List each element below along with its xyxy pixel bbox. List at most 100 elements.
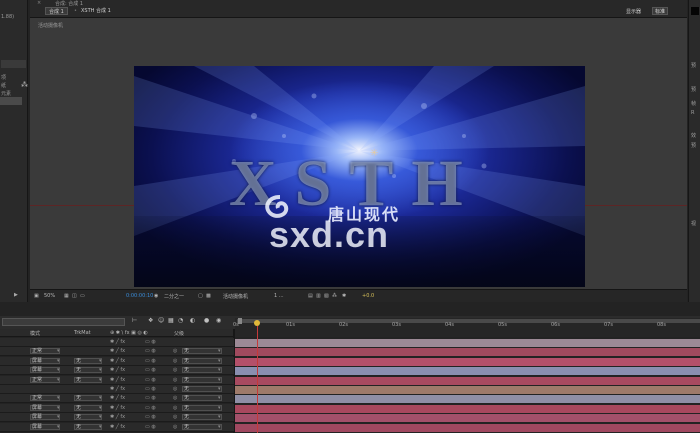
layer-parent-select[interactable]: 无: [182, 358, 222, 364]
layer-mode-select[interactable]: 屏幕: [30, 424, 60, 430]
pickwhip-icon[interactable]: ◎: [173, 414, 177, 420]
layer-mode-select[interactable]: 正常: [30, 377, 60, 383]
brainstorm-icon[interactable]: ●: [204, 317, 209, 324]
always-preview-icon[interactable]: ▣: [34, 293, 39, 299]
project-item-label[interactable]: 元素: [1, 90, 11, 97]
chevron-down-icon[interactable]: ▾: [57, 348, 60, 354]
composition-viewport[interactable]: XSTH ✳ 唐山现代 sxd.cn: [134, 66, 585, 287]
layer-parent-select[interactable]: 无: [182, 367, 222, 373]
chevron-down-icon[interactable]: ▾: [99, 424, 102, 430]
layer-row[interactable]: 屏幕 ▾ 无 ▾ ✱ ╱ fx ▭ ◍ ◎ 无 ▾: [0, 366, 234, 375]
project-item-label[interactable]: 纸: [1, 82, 6, 89]
project-item-selected[interactable]: [0, 97, 22, 105]
layer-mode-select[interactable]: 屏幕: [30, 358, 60, 364]
comp-mini-flowchart-icon[interactable]: ⊢: [132, 317, 137, 324]
project-item-label[interactable]: 项: [1, 74, 6, 81]
layer-row[interactable]: ✱ ╱ fx ▭ ◍: [0, 338, 234, 347]
draft-3d-icon[interactable]: ❖: [148, 317, 153, 324]
layer-search-input[interactable]: [2, 318, 125, 326]
layer-parent-select[interactable]: 无: [182, 348, 222, 354]
layer-row[interactable]: 正常 ▾ 无 ▾ ✱ ╱ fx ▭ ◍ ◎ 无 ▾: [0, 376, 234, 385]
tab-composition-1[interactable]: 合成 1: [45, 7, 68, 15]
close-icon[interactable]: ×: [37, 0, 41, 6]
layer-trkmat-select[interactable]: 无: [74, 367, 102, 373]
layer-trkmat-select[interactable]: 无: [74, 377, 102, 383]
chevron-down-icon[interactable]: ▾: [218, 377, 221, 383]
pickwhip-icon[interactable]: ◎: [173, 405, 177, 411]
layer-duration-bar[interactable]: [235, 405, 700, 413]
layer-3d-icon[interactable]: ▭ ◍: [145, 424, 156, 430]
chevron-down-icon[interactable]: ▾: [57, 367, 60, 373]
layer-row[interactable]: 屏幕 ▾ 无 ▾ ✱ ╱ fx ▭ ◍ ◎ 无 ▾: [0, 357, 234, 366]
column-trkmat-label[interactable]: TrkMat: [74, 330, 91, 336]
fast-preview-icon[interactable]: ▥: [316, 293, 321, 299]
layer-trkmat-select[interactable]: 无: [74, 405, 102, 411]
layer-parent-select[interactable]: 无: [182, 386, 222, 392]
chevron-down-icon[interactable]: ▾: [99, 395, 102, 401]
chevron-down-icon[interactable]: ▾: [57, 377, 60, 383]
mask-icon[interactable]: ◫: [72, 293, 77, 299]
region-icon[interactable]: ▭: [80, 293, 85, 299]
chevron-down-icon[interactable]: ▾: [99, 367, 102, 373]
layer-3d-icon[interactable]: ▭ ◍: [145, 348, 156, 354]
layer-row[interactable]: 正常 ▾ ✱ ╱ fx ▭ ◍ ◎ 无 ▾: [0, 347, 234, 356]
reset-exposure-icon[interactable]: ✱: [342, 293, 346, 299]
layer-duration-bar[interactable]: [235, 339, 700, 347]
chevron-down-icon[interactable]: ▾: [99, 358, 102, 364]
zoom-select[interactable]: 50%: [44, 293, 55, 299]
panel-label[interactable]: 效: [691, 132, 696, 139]
transparency-grid-icon[interactable]: ▩: [206, 293, 211, 299]
switches-icon[interactable]: ⊕ ✱ \ fx ▣ ◎ ◐: [110, 330, 148, 336]
chevron-down-icon[interactable]: ▾: [99, 414, 102, 420]
chevron-down-icon[interactable]: ▾: [218, 395, 221, 401]
panel-label[interactable]: 视: [691, 220, 696, 227]
flowchart-icon[interactable]: ⁂: [21, 81, 28, 89]
layer-switch-icons[interactable]: ✱ ╱ fx: [110, 414, 125, 420]
panel-label[interactable]: 预: [691, 142, 696, 149]
layer-parent-select[interactable]: 无: [182, 414, 222, 420]
layer-switch-icons[interactable]: ✱ ╱ fx: [110, 405, 125, 411]
resolution-select[interactable]: 二分之一: [164, 293, 184, 300]
pickwhip-icon[interactable]: ◎: [173, 367, 177, 373]
pickwhip-icon[interactable]: ◎: [173, 424, 177, 430]
layer-trkmat-select[interactable]: 无: [74, 358, 102, 364]
flowchart-icon[interactable]: ⁂: [332, 293, 337, 299]
layer-3d-icon[interactable]: ▭ ◍: [145, 358, 156, 364]
column-parent-label[interactable]: 父级: [174, 330, 184, 337]
layer-switch-icons[interactable]: ✱ ╱ fx: [110, 358, 125, 364]
chevron-down-icon[interactable]: ▾: [99, 377, 102, 383]
layer-row[interactable]: 屏幕 ▾ 无 ▾ ✱ ╱ fx ▭ ◍ ◎ 无 ▾: [0, 404, 234, 413]
chevron-down-icon[interactable]: ▾: [218, 405, 221, 411]
column-mode-label[interactable]: 模式: [30, 330, 40, 337]
current-time-field[interactable]: 0:00:00:10: [126, 293, 153, 299]
layer-parent-select[interactable]: 无: [182, 395, 222, 401]
display-label[interactable]: 显示器: [626, 8, 641, 15]
chevron-down-icon[interactable]: ▾: [218, 414, 221, 420]
panel-label[interactable]: 预: [691, 62, 696, 69]
pickwhip-icon[interactable]: ◎: [173, 358, 177, 364]
layer-duration-bar[interactable]: [235, 414, 700, 422]
tab-xsth-composition[interactable]: XSTH 合成 1: [78, 7, 114, 15]
layer-3d-icon[interactable]: ▭ ◍: [145, 414, 156, 420]
chevron-down-icon[interactable]: ▾: [99, 405, 102, 411]
layer-mode-select[interactable]: 屏幕: [30, 367, 60, 373]
layer-3d-icon[interactable]: ▭ ◍: [145, 339, 156, 345]
layer-duration-bar[interactable]: [235, 367, 700, 375]
layer-3d-icon[interactable]: ▭ ◍: [145, 405, 156, 411]
layer-switch-icons[interactable]: ✱ ╱ fx: [110, 348, 125, 354]
layer-parent-select[interactable]: 无: [182, 405, 222, 411]
work-area-bar[interactable]: [237, 319, 700, 323]
exposure-field[interactable]: +0.0: [362, 293, 374, 299]
timeline-icon[interactable]: ▧: [324, 293, 329, 299]
chevron-down-icon[interactable]: ▾: [218, 424, 221, 430]
snapshot-icon[interactable]: ◉: [154, 293, 158, 299]
pickwhip-icon[interactable]: ◎: [173, 377, 177, 383]
toggle-pixel-icon[interactable]: ▤: [308, 293, 313, 299]
region-of-interest-icon[interactable]: ▢: [198, 293, 203, 299]
layer-trkmat-select[interactable]: 无: [74, 395, 102, 401]
project-search-strip[interactable]: [1, 60, 26, 68]
chevron-down-icon[interactable]: ▾: [218, 348, 221, 354]
layer-3d-icon[interactable]: ▭ ◍: [145, 395, 156, 401]
chevron-down-icon[interactable]: ▾: [57, 405, 60, 411]
layer-switch-icons[interactable]: ✱ ╱ fx: [110, 386, 125, 392]
